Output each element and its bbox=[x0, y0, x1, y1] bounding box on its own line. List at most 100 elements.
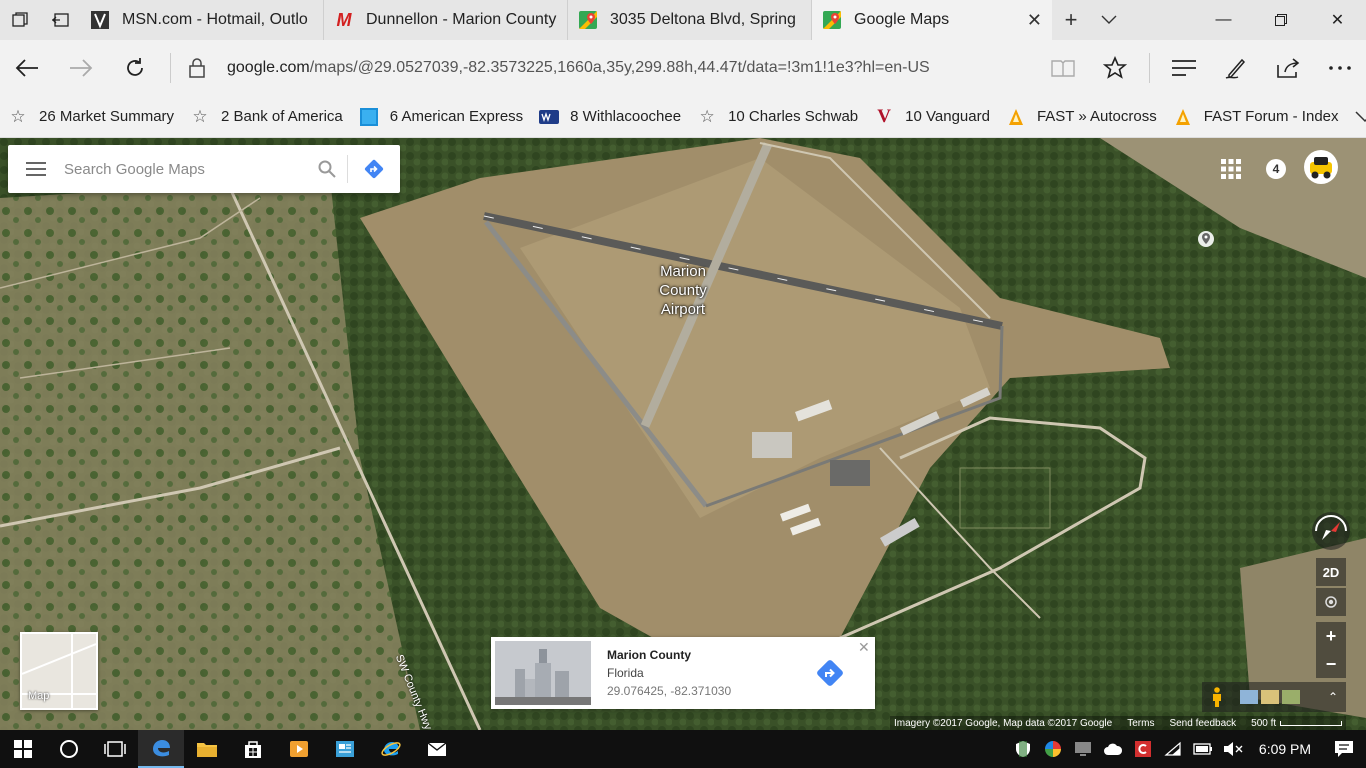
refresh-button[interactable] bbox=[108, 40, 162, 96]
tab-dunnellon[interactable]: M Dunnellon - Marion County bbox=[324, 0, 568, 40]
store-icon[interactable] bbox=[230, 730, 276, 768]
web-note-icon[interactable] bbox=[1210, 40, 1262, 96]
zoom-in-button[interactable]: + bbox=[1316, 622, 1346, 650]
security-shield-icon[interactable] bbox=[1008, 740, 1038, 758]
search-icon[interactable] bbox=[307, 160, 347, 178]
terms-link[interactable]: Terms bbox=[1127, 718, 1154, 729]
chevron-down-icon[interactable] bbox=[1354, 110, 1366, 123]
pegman-icon[interactable] bbox=[1202, 687, 1232, 707]
location-card[interactable]: Marion County Florida 29.076425, -82.371… bbox=[491, 637, 875, 709]
chevron-down-icon[interactable] bbox=[1090, 0, 1128, 40]
msn-icon bbox=[90, 10, 110, 30]
display-icon[interactable] bbox=[1068, 741, 1098, 757]
favorite-fast-autocross[interactable]: FAST » Autocross bbox=[1006, 107, 1157, 127]
tab-strip: MSN.com - Hotmail, Outlo M Dunnellon - M… bbox=[0, 0, 1366, 40]
map-type-switcher[interactable]: Map bbox=[20, 632, 98, 710]
favorite-label: 6 American Express bbox=[389, 108, 524, 125]
search-box bbox=[8, 145, 400, 193]
airport-label[interactable]: Marion County Airport bbox=[640, 262, 726, 319]
directions-icon[interactable] bbox=[348, 158, 400, 180]
action-center-icon[interactable] bbox=[1322, 740, 1366, 758]
settings-app-icon[interactable] bbox=[322, 730, 368, 768]
wifi-icon[interactable] bbox=[1158, 741, 1188, 757]
tab-msn[interactable]: MSN.com - Hotmail, Outlo bbox=[80, 0, 324, 40]
reading-view-icon[interactable] bbox=[1037, 40, 1089, 96]
set-aside-tabs-icon[interactable] bbox=[40, 0, 80, 40]
mail-icon[interactable] bbox=[414, 730, 460, 768]
onedrive-cloud-icon[interactable] bbox=[1098, 742, 1128, 756]
zoom-out-button[interactable]: − bbox=[1316, 650, 1346, 678]
location-region: Florida bbox=[607, 666, 644, 680]
scale-bar[interactable]: 500 ft bbox=[1251, 718, 1343, 729]
apps-grid-icon[interactable] bbox=[1220, 158, 1242, 180]
media-player-icon[interactable] bbox=[276, 730, 322, 768]
system-tray: 6:09 PM bbox=[1008, 730, 1366, 768]
map-pin-icon[interactable] bbox=[1197, 230, 1215, 248]
tab-manager-icon[interactable] bbox=[0, 0, 40, 40]
close-tab-icon[interactable]: ✕ bbox=[1027, 10, 1042, 31]
task-view-icon[interactable] bbox=[92, 730, 138, 768]
imagery-thumb[interactable] bbox=[1261, 690, 1279, 704]
share-icon[interactable] bbox=[1262, 40, 1314, 96]
restore-icon[interactable] bbox=[1252, 0, 1309, 40]
favorite-market-summary[interactable]: ☆ 26 Market Summary bbox=[8, 107, 174, 127]
url-path: /maps/@29.0527039,-82.3573225,1660a,35y,… bbox=[309, 59, 930, 76]
cortana-icon[interactable] bbox=[46, 730, 92, 768]
edge-taskbar-icon[interactable] bbox=[138, 730, 184, 768]
taskbar: 6:09 PM bbox=[0, 730, 1366, 768]
view-mode-toggle[interactable]: 2D bbox=[1316, 558, 1346, 586]
google-maps-icon bbox=[822, 10, 842, 30]
close-icon[interactable]: ✕ bbox=[858, 639, 870, 656]
ccleaner-icon[interactable] bbox=[1128, 740, 1158, 758]
favorite-label: 2 Bank of America bbox=[221, 108, 343, 125]
favorite-label: 10 Vanguard bbox=[905, 108, 990, 125]
map-view-controls: 2D bbox=[1316, 558, 1346, 618]
avatar[interactable] bbox=[1304, 150, 1338, 184]
search-input[interactable] bbox=[64, 160, 307, 178]
map-type-label: Map bbox=[28, 690, 50, 702]
forward-button[interactable] bbox=[54, 40, 108, 96]
file-explorer-icon[interactable] bbox=[184, 730, 230, 768]
favorite-withlacoochee[interactable]: 8 Withlacoochee bbox=[539, 107, 681, 127]
close-window-icon[interactable]: ✕ bbox=[1309, 0, 1366, 40]
map-viewport[interactable]: 4 Marion County Airport SW County Hwy 48… bbox=[0, 138, 1366, 730]
expand-icon[interactable]: ⌃ bbox=[1320, 690, 1346, 704]
send-feedback-link[interactable]: Send feedback bbox=[1169, 718, 1236, 729]
location-name: Marion County bbox=[607, 648, 691, 662]
imagery-thumb[interactable] bbox=[1282, 690, 1300, 704]
directions-icon[interactable] bbox=[815, 658, 845, 688]
my-location-icon[interactable] bbox=[1316, 588, 1346, 616]
battery-icon[interactable] bbox=[1188, 743, 1218, 755]
more-options-icon[interactable] bbox=[1314, 40, 1366, 96]
star-icon: ☆ bbox=[192, 106, 208, 126]
favorite-vanguard[interactable]: V 10 Vanguard bbox=[874, 106, 990, 127]
photos-pinwheel-icon[interactable] bbox=[1038, 740, 1068, 758]
favorite-charles-schwab[interactable]: ☆ 10 Charles Schwab bbox=[697, 107, 858, 127]
location-coordinates: 29.076425, -82.371030 bbox=[607, 684, 732, 698]
hamburger-menu-icon[interactable] bbox=[8, 162, 64, 176]
minimize-icon[interactable]: — bbox=[1195, 0, 1252, 40]
notifications-badge[interactable]: 4 bbox=[1266, 159, 1286, 179]
internet-explorer-icon[interactable] bbox=[368, 730, 414, 768]
favorite-american-express[interactable]: 6 American Express bbox=[359, 107, 523, 127]
favorite-star-icon[interactable] bbox=[1089, 40, 1141, 96]
imagery-thumb[interactable] bbox=[1240, 690, 1258, 704]
volume-muted-icon[interactable] bbox=[1218, 741, 1248, 757]
lock-icon[interactable] bbox=[179, 58, 215, 78]
back-button[interactable] bbox=[0, 40, 54, 96]
location-photo[interactable] bbox=[495, 641, 591, 705]
new-tab-button[interactable]: + bbox=[1052, 0, 1090, 40]
imagery-thumbnails[interactable] bbox=[1232, 690, 1300, 704]
address-field[interactable]: google.com/maps/@29.0527039,-82.3573225,… bbox=[215, 59, 1015, 77]
star-icon: ☆ bbox=[699, 106, 715, 126]
scale-line bbox=[1280, 720, 1343, 726]
hub-icon[interactable] bbox=[1158, 40, 1210, 96]
compass-icon[interactable] bbox=[1310, 510, 1352, 552]
tab-google-maps[interactable]: Google Maps ✕ bbox=[812, 0, 1052, 40]
favorite-bank-of-america[interactable]: ☆ 2 Bank of America bbox=[190, 106, 343, 127]
clock[interactable]: 6:09 PM bbox=[1248, 741, 1322, 757]
zoom-controls: + − bbox=[1316, 622, 1346, 678]
favorite-fast-forum[interactable]: FAST Forum - Index bbox=[1173, 107, 1339, 127]
windows-start-icon[interactable] bbox=[0, 730, 46, 768]
tab-deltona[interactable]: 3035 Deltona Blvd, Spring bbox=[568, 0, 812, 40]
